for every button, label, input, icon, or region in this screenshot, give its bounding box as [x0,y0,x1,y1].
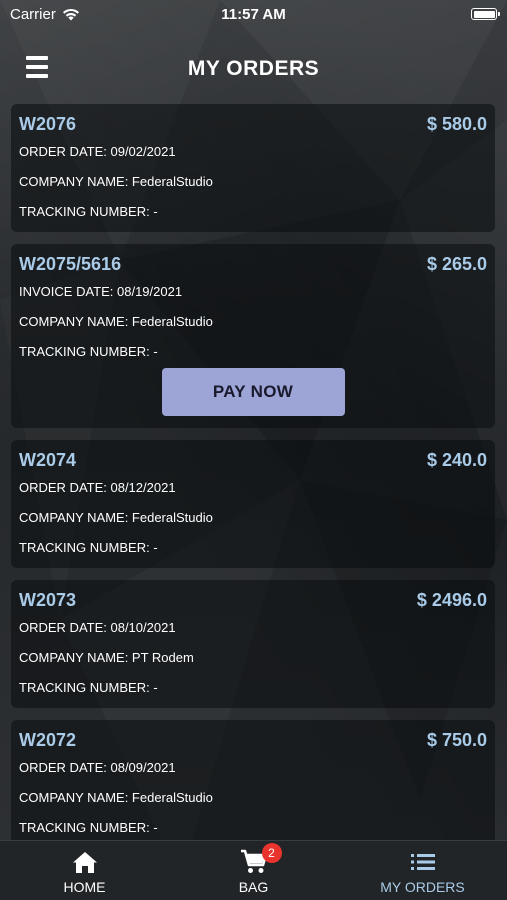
order-id: W2074 [19,449,77,470]
order-company: COMPANY NAME: FederalStudio [19,789,213,805]
order-amount: $ 240.0 [426,449,487,470]
pay-now-button[interactable]: PAY NOW [161,368,345,416]
order-tracking: TRACKING NUMBER: - [19,343,158,359]
cart-icon: 2 [240,843,282,875]
order-card[interactable]: W2076 $ 580.0 ORDER DATE: 09/02/2021 COM… [11,104,495,232]
bag-count-badge: 2 [261,843,282,863]
tab-my-orders-label: MY ORDERS [380,879,465,895]
tab-bag[interactable]: 2 BAG [169,841,338,900]
order-card[interactable]: W2073 $ 2496.0 ORDER DATE: 08/10/2021 CO… [11,580,495,708]
order-id: W2073 [19,589,77,610]
list-icon [410,849,435,875]
tab-bar: HOME 2 BAG MY ORDERS [0,840,507,900]
order-company: COMPANY NAME: FederalStudio [19,313,213,329]
order-date: ORDER DATE: 09/02/2021 [19,143,176,159]
order-company: COMPANY NAME: FederalStudio [19,509,213,525]
order-date: ORDER DATE: 08/09/2021 [19,759,176,775]
order-company: COMPANY NAME: FederalStudio [19,173,213,189]
order-tracking: TRACKING NUMBER: - [19,539,158,555]
order-amount: $ 2496.0 [416,589,487,610]
tab-bag-label: BAG [238,879,269,895]
page-title: MY ORDERS [187,57,320,80]
order-amount: $ 750.0 [426,729,487,750]
carrier-label: Carrier [10,5,56,23]
home-icon [72,849,98,875]
tab-my-orders[interactable]: MY ORDERS [338,841,507,900]
order-id: W2072 [19,729,77,750]
tab-home-label: HOME [63,879,106,895]
tab-home[interactable]: HOME [0,841,169,900]
battery-icon [471,8,500,20]
wifi-icon [62,8,79,20]
order-card[interactable]: W2075/5616 $ 265.0 INVOICE DATE: 08/19/2… [11,244,495,428]
order-card[interactable]: W2074 $ 240.0 ORDER DATE: 08/12/2021 COM… [11,440,495,568]
order-card[interactable]: W2072 $ 750.0 ORDER DATE: 08/09/2021 COM… [11,720,495,840]
order-date: ORDER DATE: 08/10/2021 [19,619,176,635]
status-bar: Carrier 11:57 AM [0,0,507,28]
order-list[interactable]: W2076 $ 580.0 ORDER DATE: 09/02/2021 COM… [11,104,495,840]
order-tracking: TRACKING NUMBER: - [19,203,158,219]
hamburger-menu-icon[interactable] [26,56,48,78]
header: MY ORDERS [0,50,507,88]
order-tracking: TRACKING NUMBER: - [19,679,158,695]
order-amount: $ 580.0 [426,113,487,134]
order-date: ORDER DATE: 08/12/2021 [19,479,176,495]
order-id: W2076 [19,113,77,134]
order-tracking: TRACKING NUMBER: - [19,819,158,835]
status-left: Carrier [10,6,80,23]
order-id: W2075/5616 [19,253,122,274]
invoice-date: INVOICE DATE: 08/19/2021 [19,283,183,299]
order-amount: $ 265.0 [426,253,487,274]
order-company: COMPANY NAME: PT Rodem [19,649,194,665]
